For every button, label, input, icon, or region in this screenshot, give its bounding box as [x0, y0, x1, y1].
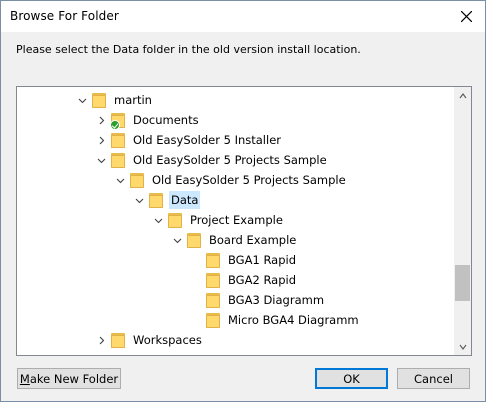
- expand-chevron-right-icon[interactable]: [95, 330, 107, 350]
- tree-item-9[interactable]: BGA2 Rapid: [190, 270, 298, 290]
- expand-chevron-right-icon[interactable]: [95, 130, 107, 150]
- make-new-folder-button[interactable]: Make New Folder: [17, 368, 121, 389]
- expand-chevron-down-icon[interactable]: [171, 230, 183, 250]
- make-new-folder-label: ake New Folder: [29, 371, 119, 386]
- expand-chevron-right-icon[interactable]: [95, 110, 107, 130]
- expand-chevron-down-icon[interactable]: [152, 210, 164, 230]
- ok-label: OK: [343, 371, 360, 386]
- folder-icon: [111, 152, 125, 168]
- tree-item-4[interactable]: Old EasySolder 5 Projects Sample: [114, 170, 348, 190]
- tree-item-1[interactable]: Documents: [95, 110, 201, 130]
- browse-for-folder-dialog: Browse For Folder Please select the Data…: [0, 0, 486, 402]
- sync-check-icon: [110, 119, 120, 130]
- folder-icon: [206, 312, 220, 328]
- folder-icon: [206, 292, 220, 308]
- expand-chevron-down-icon[interactable]: [114, 170, 126, 190]
- scroll-down-button[interactable]: [454, 338, 471, 355]
- tree-item-label: Old EasySolder 5 Projects Sample: [133, 153, 327, 167]
- tree-item-0[interactable]: martin: [76, 90, 154, 110]
- title-bar[interactable]: Browse For Folder: [1, 1, 485, 32]
- mnemonic-letter: M: [19, 371, 30, 386]
- tree-item-label: BGA2 Rapid: [228, 273, 297, 287]
- expand-chevron-down-icon[interactable]: [76, 90, 88, 110]
- instruction-text: Please select the Data folder in the old…: [16, 43, 361, 56]
- folder-icon: [92, 92, 106, 108]
- documents-folder-icon: [110, 112, 125, 130]
- tree-item-label: martin: [114, 93, 152, 107]
- folder-icon: [149, 192, 163, 208]
- tree-item-7[interactable]: Board Example: [171, 230, 298, 250]
- folder-icon: [168, 212, 182, 228]
- window-title: Browse For Folder: [10, 9, 119, 23]
- cancel-button[interactable]: Cancel: [397, 368, 470, 389]
- folder-icon: [206, 272, 220, 288]
- tree-item-label: Old EasySolder 5 Installer: [133, 133, 281, 147]
- ok-button[interactable]: OK: [315, 368, 388, 389]
- tree-item-8[interactable]: BGA1 Rapid: [190, 250, 298, 270]
- close-button[interactable]: [447, 1, 485, 32]
- close-icon: [460, 11, 472, 22]
- tree-item-label: Documents: [133, 113, 199, 127]
- vertical-scrollbar[interactable]: [454, 87, 471, 355]
- tree-item-label: Micro BGA4 Diagramm: [228, 313, 359, 327]
- tree-item-label: Board Example: [209, 233, 297, 247]
- scroll-up-button[interactable]: [454, 87, 471, 104]
- folder-icon: [130, 172, 144, 188]
- tree-item-5[interactable]: Data: [133, 190, 201, 210]
- chevron-down-icon: [459, 344, 466, 350]
- cancel-label: Cancel: [414, 371, 453, 386]
- tree-item-11[interactable]: Micro BGA4 Diagramm: [190, 310, 361, 330]
- folder-icon: [111, 132, 125, 148]
- tree-item-2[interactable]: Old EasySolder 5 Installer: [95, 130, 283, 150]
- tree-item-6[interactable]: Project Example: [152, 210, 285, 230]
- folder-icon: [187, 232, 201, 248]
- expand-chevron-down-icon[interactable]: [133, 190, 145, 210]
- tree-item-3[interactable]: Old EasySolder 5 Projects Sample: [95, 150, 329, 170]
- scroll-thumb[interactable]: [455, 265, 470, 301]
- chevron-up-icon: [459, 92, 466, 98]
- tree-item-label: Data: [169, 191, 201, 209]
- expand-chevron-down-icon[interactable]: [95, 150, 107, 170]
- tree-item-label: Old EasySolder 5 Projects Sample: [152, 173, 346, 187]
- folder-icon: [111, 332, 125, 348]
- tree-item-12[interactable]: Workspaces: [95, 330, 204, 350]
- tree-item-10[interactable]: BGA3 Diagramm: [190, 290, 326, 310]
- folder-tree[interactable]: martin Documents Old EasySolder 5 Installe…: [16, 86, 472, 356]
- tree-item-label: Project Example: [190, 213, 283, 227]
- folder-icon: [206, 252, 220, 268]
- tree-item-label: Workspaces: [133, 333, 202, 347]
- tree-item-label: BGA3 Diagramm: [228, 293, 325, 307]
- tree-item-label: BGA1 Rapid: [228, 253, 297, 267]
